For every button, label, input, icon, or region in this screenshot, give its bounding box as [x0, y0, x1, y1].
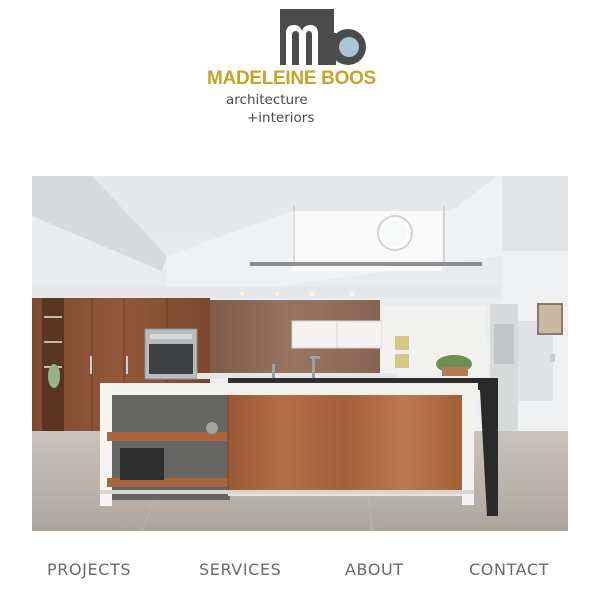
main-navigation: PROJECTS SERVICES ABOUT CONTACT — [0, 560, 600, 590]
hero-kitchen-photo — [32, 176, 568, 531]
tagline-architecture: architecture — [226, 92, 308, 108]
kitchen-illustration — [32, 176, 568, 531]
site-logo[interactable]: MADELEINE BOOS architecture +interiors — [0, 0, 600, 140]
monogram-logo-icon — [280, 9, 366, 65]
brand-name: MADELEINE BOOS — [207, 68, 376, 89]
nav-link-projects[interactable]: PROJECTS — [47, 560, 131, 579]
nav-link-services[interactable]: SERVICES — [199, 560, 281, 579]
nav-link-about[interactable]: ABOUT — [345, 560, 404, 579]
tagline-interiors: +interiors — [247, 110, 315, 126]
nav-link-contact[interactable]: CONTACT — [469, 560, 549, 579]
